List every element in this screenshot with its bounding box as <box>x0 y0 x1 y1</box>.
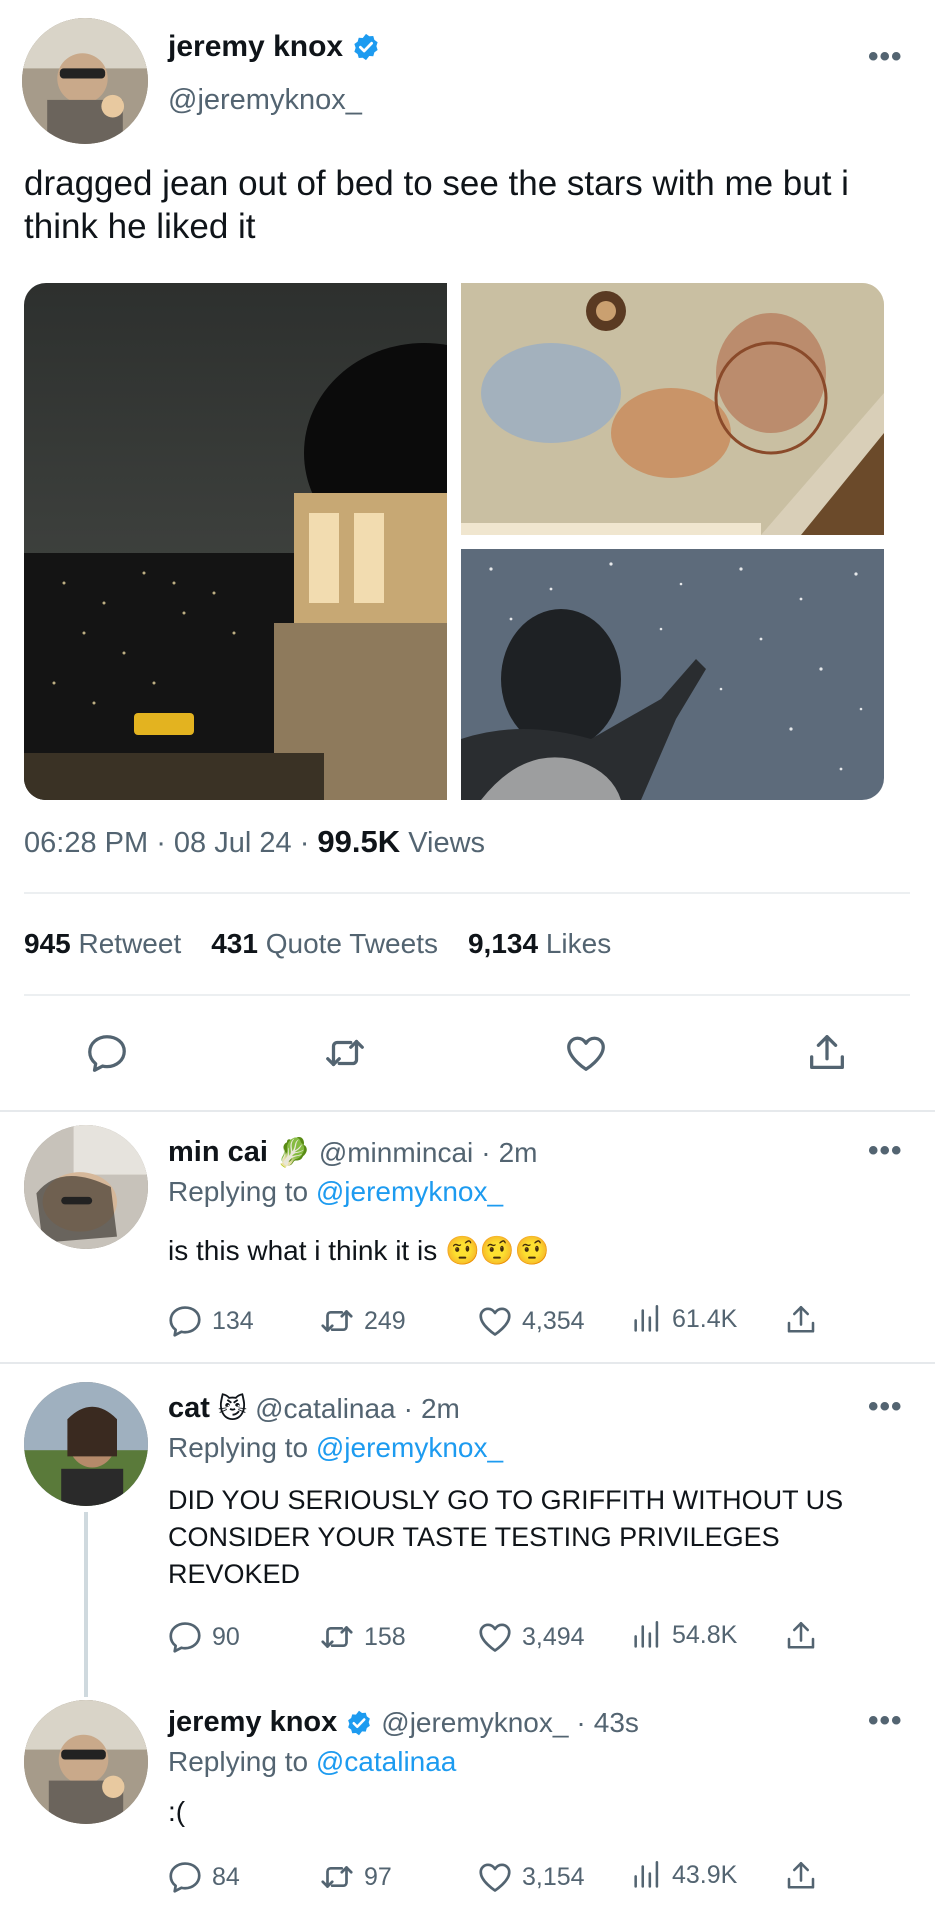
lettuce-badge-icon: 🥬 <box>275 1137 311 1168</box>
reply-text: DID YOU SERIOUSLY GO TO GRIFFITH WITHOUT… <box>168 1485 844 1589</box>
replying-to-line: Replying to @jeremyknox_ <box>168 1432 504 1463</box>
replying-to-handle[interactable]: @jeremyknox_ <box>316 1176 503 1207</box>
retweet-action[interactable]: 158 <box>318 1618 406 1656</box>
share-icon[interactable] <box>783 1618 819 1654</box>
media-photo-stars[interactable] <box>461 549 884 800</box>
author-handle[interactable]: @jeremyknox_ <box>168 84 362 117</box>
reply-author-name[interactable]: cat <box>168 1392 210 1425</box>
reply-header: jeremy knox @jeremyknox_ · 43s <box>168 1706 639 1739</box>
replying-to-line: Replying to @catalinaa <box>168 1746 457 1777</box>
tweet-date: 08 Jul 24 <box>173 827 292 859</box>
share-icon[interactable] <box>783 1302 819 1338</box>
reply-text: :( <box>168 1796 186 1827</box>
views-icon <box>630 1618 664 1652</box>
like-icon <box>476 1618 514 1656</box>
reply-author-name[interactable]: jeremy knox <box>168 1706 337 1739</box>
reply-header: cat 😼 @catalinaa · 2m <box>168 1392 460 1425</box>
author-name[interactable]: jeremy knox <box>168 30 343 64</box>
verified-badge-icon <box>345 1709 373 1737</box>
verified-badge-icon <box>351 32 381 62</box>
retweet-stat[interactable]: 945 Retweet <box>24 928 181 960</box>
divider <box>24 994 910 996</box>
tweet-text: dragged jean out of bed to see the stars… <box>24 164 849 246</box>
cat-badge-icon: 😼 <box>217 1393 248 1424</box>
views-action[interactable]: 43.9K <box>630 1858 737 1892</box>
views-action[interactable]: 61.4K <box>630 1302 737 1336</box>
author-line: jeremy knox <box>168 30 381 64</box>
reply-avatar[interactable] <box>24 1125 148 1249</box>
reply-author-handle[interactable]: @jeremyknox_ <box>381 1707 568 1739</box>
more-icon[interactable]: ••• <box>868 40 903 74</box>
like-icon <box>476 1858 514 1896</box>
share-icon[interactable] <box>804 1030 850 1076</box>
author-avatar[interactable] <box>22 18 148 144</box>
like-action[interactable]: 3,494 <box>476 1618 585 1656</box>
share-icon[interactable] <box>783 1858 819 1894</box>
reply-author-handle[interactable]: @catalinaa <box>255 1393 396 1425</box>
reply-text: is this what i think it is 🤨🤨🤨 <box>168 1235 550 1266</box>
separator-dot: · <box>299 827 318 859</box>
divider <box>24 892 910 894</box>
retweet-action[interactable]: 249 <box>318 1302 406 1340</box>
replying-to-handle[interactable]: @jeremyknox_ <box>316 1432 503 1463</box>
reply-avatar[interactable] <box>24 1382 148 1506</box>
separator-dot: · <box>403 1392 413 1424</box>
retweet-icon[interactable] <box>322 1030 368 1076</box>
tweet-timestamp: 06:28 PM · 08 Jul 24 · 99.5K Views <box>24 824 485 860</box>
more-icon[interactable]: ••• <box>868 1390 903 1424</box>
retweet-icon <box>318 1302 356 1340</box>
retweet-action[interactable]: 97 <box>318 1858 392 1896</box>
reply-author-handle[interactable]: @minmincai <box>319 1137 473 1169</box>
separator-dot: · <box>481 1136 491 1168</box>
media-photo-observatory[interactable] <box>24 283 447 800</box>
reply-action[interactable]: 90 <box>166 1618 240 1656</box>
replying-to-line: Replying to @jeremyknox_ <box>168 1176 504 1207</box>
retweet-icon <box>318 1858 356 1896</box>
views-action[interactable]: 54.8K <box>630 1618 737 1652</box>
reply-time: 43s <box>593 1706 639 1738</box>
like-icon[interactable] <box>563 1030 609 1076</box>
tweet-stats: 945 Retweet 431 Quote Tweets 9,134 Likes <box>24 928 611 960</box>
reply-action[interactable]: 134 <box>166 1302 254 1340</box>
media-photo-ceiling-mural[interactable] <box>461 283 884 535</box>
more-icon[interactable]: ••• <box>868 1134 903 1168</box>
views-count: 99.5K <box>317 824 401 859</box>
like-action[interactable]: 3,154 <box>476 1858 585 1896</box>
reply-icon <box>166 1618 204 1656</box>
reply-time: 2m <box>420 1392 460 1424</box>
reply-icon <box>166 1302 204 1340</box>
thread-line <box>84 1512 88 1697</box>
views-label: Views <box>408 827 486 859</box>
like-action[interactable]: 4,354 <box>476 1302 585 1340</box>
likes-stat[interactable]: 9,134 Likes <box>468 928 611 960</box>
like-icon <box>476 1302 514 1340</box>
reply-time: 2m <box>498 1136 538 1168</box>
views-icon <box>630 1858 664 1892</box>
separator-dot: · <box>576 1706 586 1738</box>
divider <box>0 1362 935 1364</box>
quote-stat[interactable]: 431 Quote Tweets <box>211 928 438 960</box>
reply-avatar[interactable] <box>24 1700 148 1824</box>
retweet-icon <box>318 1618 356 1656</box>
tweet-time: 06:28 PM <box>24 827 149 859</box>
reply-header: min cai 🥬 @minmincai · 2m <box>168 1136 538 1169</box>
separator-dot: · <box>156 827 174 859</box>
more-icon[interactable]: ••• <box>868 1704 903 1738</box>
reply-icon[interactable] <box>84 1030 130 1076</box>
divider <box>0 1110 935 1112</box>
reply-action[interactable]: 84 <box>166 1858 240 1896</box>
reply-author-name[interactable]: min cai <box>168 1136 268 1169</box>
views-icon <box>630 1302 664 1336</box>
reply-icon <box>166 1858 204 1896</box>
replying-to-handle[interactable]: @catalinaa <box>316 1746 457 1777</box>
